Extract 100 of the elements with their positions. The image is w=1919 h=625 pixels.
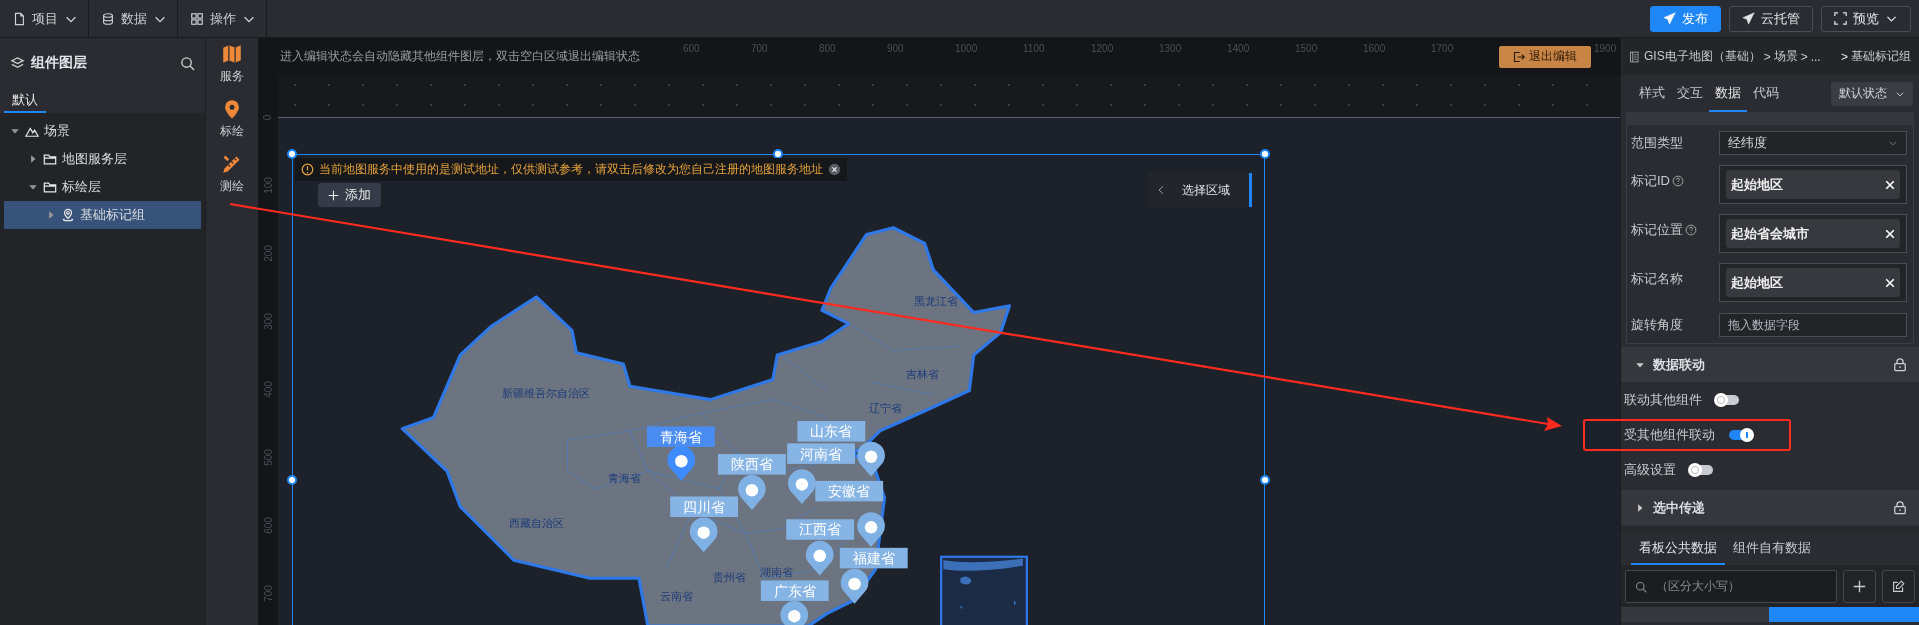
ruler-label: 1300 <box>1159 42 1183 54</box>
section-title: 选中传递 <box>1653 498 1706 517</box>
toggle-switch[interactable] <box>1716 394 1739 405</box>
ruler-label: 1600 <box>1363 42 1387 54</box>
region-label: 湖南省 <box>759 565 793 578</box>
ruler-label: 1400 <box>1227 42 1251 54</box>
ruler-label: 100 <box>262 176 274 194</box>
search-icon[interactable] <box>180 55 195 71</box>
section-header[interactable]: 选中传递 <box>1621 490 1919 525</box>
resize-handle[interactable] <box>287 475 297 485</box>
close-icon[interactable] <box>828 163 841 176</box>
close-icon <box>1885 179 1895 190</box>
field-label: 标记位置 <box>1631 221 1683 239</box>
map-pin-icon[interactable] <box>857 441 885 477</box>
exit-icon <box>1513 50 1525 63</box>
ruler-label: 0 <box>262 114 274 120</box>
ruler-label: 400 <box>262 380 274 398</box>
document-icon <box>1629 49 1641 64</box>
plus-icon <box>328 189 339 201</box>
edit-icon <box>1892 579 1905 593</box>
toggle-label: 高级设置 <box>1624 460 1676 479</box>
ruler-label: 700 <box>751 42 769 54</box>
tree-item[interactable]: 场景 <box>4 117 201 145</box>
location-pin-icon <box>222 99 242 119</box>
region-label: 西藏自治区 <box>508 516 564 529</box>
ruler-label: 600 <box>262 516 274 534</box>
ruler-label: 900 <box>887 42 905 54</box>
dropdown-field[interactable]: 经纬度 <box>1719 130 1907 155</box>
resize-handle[interactable] <box>1260 475 1270 485</box>
warning-text: 当前地图服务中使用的是测试地址，仅供测试参考，请双击后修改为您自己注册的地图服务地址 <box>319 161 823 178</box>
edit-button[interactable] <box>1882 569 1915 603</box>
drop-field[interactable]: 起始地区 <box>1719 165 1907 204</box>
folder-icon <box>43 180 57 194</box>
paper-plane-icon <box>1663 12 1676 25</box>
drop-field[interactable]: 起始地区 <box>1719 263 1907 302</box>
close-icon <box>1885 277 1895 288</box>
section-title: 数据联动 <box>1653 355 1706 374</box>
tool-button[interactable]: 测绘 <box>220 154 244 195</box>
input-field[interactable]: 拖入数据字段 <box>1719 313 1907 337</box>
folded-map-icon <box>222 44 242 64</box>
field-tag[interactable]: 起始省会城市 <box>1726 219 1900 248</box>
state-dropdown[interactable]: 默认状态 <box>1831 81 1913 106</box>
field-label: 范围类型 <box>1631 133 1683 152</box>
tab[interactable]: 组件自有数据 <box>1725 533 1819 565</box>
chevron-left-icon <box>1156 185 1166 195</box>
region-label: 黑龙江省 <box>913 294 958 307</box>
ruler-label: 1200 <box>1091 42 1115 54</box>
field-label: 旋转角度 <box>1631 316 1683 334</box>
exit-edit-button[interactable]: 退出编辑 <box>1499 45 1591 68</box>
close-icon <box>1885 228 1895 239</box>
add-button[interactable] <box>1843 569 1876 603</box>
toggle-switch[interactable] <box>1690 464 1713 475</box>
toggle-switch[interactable] <box>1729 429 1752 440</box>
cloud-hosting-button[interactable]: 云托管 <box>1729 5 1813 32</box>
ruler-label: 200 <box>262 244 274 262</box>
resize-handle[interactable] <box>1260 149 1270 159</box>
breadcrumb-item[interactable]: ... <box>1810 49 1821 64</box>
ruler-label: 500 <box>262 448 274 466</box>
field-label: 标记ID <box>1631 172 1670 190</box>
map-pin-icon[interactable] <box>857 512 885 547</box>
menu-item[interactable]: 操作 <box>178 0 267 38</box>
search-field[interactable]: （区分大小写） <box>1625 569 1837 603</box>
field-tag[interactable]: 起始地区 <box>1726 268 1900 297</box>
paper-plane-icon <box>1742 12 1755 25</box>
section-header[interactable]: 数据联动 <box>1621 347 1919 382</box>
warning-icon <box>301 163 314 176</box>
preview-button[interactable]: 预览 <box>1821 5 1911 32</box>
location-pin-icon <box>61 208 75 222</box>
tab[interactable]: 代码 <box>1747 75 1785 112</box>
fullscreen-icon <box>1834 12 1847 25</box>
map-pin-icon[interactable] <box>840 568 869 604</box>
layers-icon <box>10 55 25 71</box>
region-label: 青海省 <box>608 472 642 485</box>
hint-text: 进入编辑状态会自动隐藏其他组件图层，双击空白区域退出编辑状态 <box>279 48 641 65</box>
panel-title: 组件图层 <box>31 54 88 72</box>
breadcrumb-item[interactable]: GIS电子地图（基础） <box>1644 48 1761 65</box>
tool-button[interactable]: 服务 <box>220 44 244 85</box>
grid-icon <box>190 11 204 26</box>
breadcrumb-separator: > <box>1800 49 1808 64</box>
region-selector[interactable]: 选择区域 <box>1148 173 1252 207</box>
tab[interactable]: 交互 <box>1671 75 1709 112</box>
tool-button[interactable]: 标绘 <box>220 99 244 140</box>
breadcrumb-item[interactable]: 场景 <box>1773 48 1798 65</box>
region-label: 辽宁省 <box>868 401 902 414</box>
field-tag[interactable]: 起始地区 <box>1726 170 1900 199</box>
tab[interactable]: 样式 <box>1633 75 1671 112</box>
ruler-label: 1500 <box>1295 42 1319 54</box>
region-label: 贵州省 <box>713 571 747 584</box>
tree-item[interactable]: 基础标记组 <box>4 201 201 229</box>
tree-item[interactable]: 标绘层 <box>4 173 201 201</box>
drop-field[interactable]: 起始省会城市 <box>1719 214 1907 253</box>
menu-item[interactable]: 项目 <box>0 0 89 38</box>
region-label: 新疆维吾尔自治区 <box>502 387 591 400</box>
menu-item[interactable]: 数据 <box>89 0 178 38</box>
add-button[interactable]: 添加 <box>318 183 381 207</box>
plus-icon <box>1853 579 1866 593</box>
publish-button[interactable]: 发布 <box>1650 5 1721 32</box>
document-icon <box>12 11 26 26</box>
tree-item[interactable]: 地图服务层 <box>4 145 201 173</box>
region-label: 吉林省 <box>905 368 939 381</box>
